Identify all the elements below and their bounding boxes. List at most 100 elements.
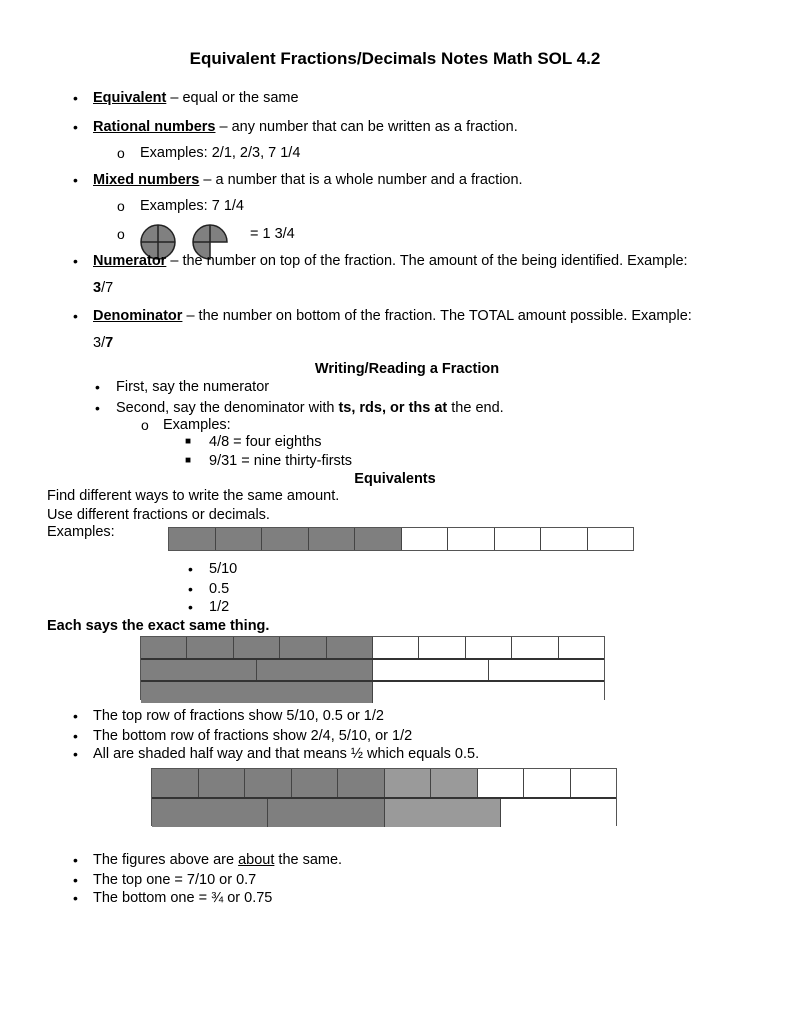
unshaded-part — [570, 769, 616, 797]
bullet: • — [73, 119, 78, 135]
writing-step-1: First, say the numerator — [116, 379, 270, 395]
note: The top one = 7/10 or 0.7 — [93, 872, 257, 888]
bullet: • — [73, 308, 78, 324]
shaded-part — [291, 769, 338, 797]
writing-example-1: 4/8 = four eighths — [209, 434, 322, 450]
shaded-part — [384, 769, 431, 797]
bullet: • — [73, 890, 78, 906]
equiv-item: 5/10 — [209, 561, 238, 577]
unshaded-part — [373, 682, 604, 703]
equiv-line-1: Find different ways to write the same am… — [47, 488, 340, 504]
mixed-examples: Examples: 7 1/4 — [140, 198, 244, 214]
sub-bullet: o — [117, 198, 125, 214]
shaded-part — [355, 528, 402, 550]
note: The top row of fractions show 5/10, 0.5 … — [93, 708, 384, 724]
sub-bullet: o — [117, 226, 125, 242]
bullet: • — [73, 172, 78, 188]
unshaded-part — [489, 659, 604, 681]
fraction-row — [152, 769, 616, 797]
shaded-part — [152, 769, 199, 797]
shaded-part — [187, 637, 234, 658]
def-denominator: Denominator – the number on bottom of th… — [93, 308, 692, 324]
shaded-part — [245, 769, 292, 797]
unshaded-part — [448, 528, 495, 550]
unshaded-part — [558, 637, 605, 658]
shaded-part — [169, 528, 216, 550]
writing-step-2: Second, say the denominator with ts, rds… — [116, 400, 504, 416]
unshaded-part — [477, 769, 524, 797]
shaded-part — [308, 528, 355, 550]
bullet: • — [73, 728, 78, 744]
fraction-row — [169, 528, 633, 550]
fraction-row — [152, 797, 616, 827]
bullet: • — [95, 379, 100, 395]
square-bullet: ■ — [185, 436, 192, 447]
unshaded-part — [465, 637, 513, 658]
shaded-part — [262, 528, 309, 550]
square-bullet: ■ — [185, 455, 192, 466]
shaded-part — [338, 769, 385, 797]
unshaded-part — [587, 528, 633, 550]
bullet: • — [73, 253, 78, 269]
equivalents-heading: Equivalents — [354, 471, 436, 487]
bullet: • — [95, 400, 100, 416]
page-title: Equivalent Fractions/Decimals Notes Math… — [189, 49, 601, 68]
shaded-part — [152, 799, 269, 827]
bullet: • — [188, 581, 193, 597]
def-numerator: Numerator – the number on top of the fra… — [93, 253, 688, 269]
fraction-row — [141, 657, 604, 681]
writing-heading: Writing/Reading a Fraction — [314, 361, 500, 377]
unshaded-part — [512, 637, 559, 658]
bullet: • — [73, 746, 78, 762]
def-rational: Rational numbers – any number that can b… — [93, 119, 518, 135]
note: The bottom one = ¾ or 0.75 — [93, 890, 273, 906]
shaded-part — [257, 659, 373, 681]
def-equivalent: Equivalent – equal or the same — [93, 90, 299, 106]
fraction-bar-comparison — [140, 636, 605, 703]
note: All are shaded half way and that means ½… — [93, 746, 480, 762]
sub-bullet: o — [117, 145, 125, 161]
document-page: Equivalent Fractions/Decimals Notes Math… — [0, 0, 791, 1024]
denominator-example: 3/7 — [93, 335, 114, 351]
unshaded-part — [373, 659, 489, 681]
unshaded-part — [500, 799, 616, 827]
equiv-line-2: Use different fractions or decimals. — [47, 507, 270, 523]
unshaded-part — [541, 528, 588, 550]
unshaded-part — [524, 769, 571, 797]
shaded-part — [280, 637, 327, 658]
shaded-part — [384, 799, 501, 827]
shaded-part — [141, 682, 373, 703]
bullet: • — [188, 599, 193, 615]
fraction-bar-tenths — [168, 527, 634, 551]
equiv-item: 0.5 — [209, 581, 230, 597]
unshaded-part — [401, 528, 448, 550]
note: The figures above are about the same. — [93, 852, 343, 868]
bullet: • — [73, 852, 78, 868]
rational-examples: Examples: 2/1, 2/3, 7 1/4 — [140, 145, 301, 161]
fraction-row — [141, 680, 604, 703]
shaded-part — [268, 799, 385, 827]
same-thing-text: Each says the exact same thing. — [47, 618, 270, 634]
note: The bottom row of fractions show 2/4, 5/… — [93, 728, 413, 744]
bullet: • — [73, 90, 78, 106]
unshaded-part — [373, 637, 420, 658]
shaded-part — [198, 769, 245, 797]
sub-bullet: o — [141, 417, 149, 433]
shaded-part — [215, 528, 262, 550]
bullet: • — [188, 561, 193, 577]
shaded-part — [431, 769, 478, 797]
fraction-bar-about-same — [151, 768, 617, 827]
mixed-equals: = 1 3/4 — [250, 226, 295, 242]
shaded-part — [233, 637, 281, 658]
numerator-example: 3/7 — [93, 280, 114, 296]
fraction-row — [141, 637, 605, 658]
shaded-part — [141, 637, 188, 658]
shaded-part — [326, 637, 374, 658]
writing-example-2: 9/31 = nine thirty-firsts — [209, 453, 353, 469]
bullet: • — [73, 872, 78, 888]
shaded-part — [141, 659, 257, 681]
equiv-item: 1/2 — [209, 599, 230, 615]
writing-examples-label: Examples: — [163, 417, 231, 433]
equiv-line-3: Examples: — [47, 524, 115, 540]
def-mixed: Mixed numbers – a number that is a whole… — [93, 172, 523, 188]
